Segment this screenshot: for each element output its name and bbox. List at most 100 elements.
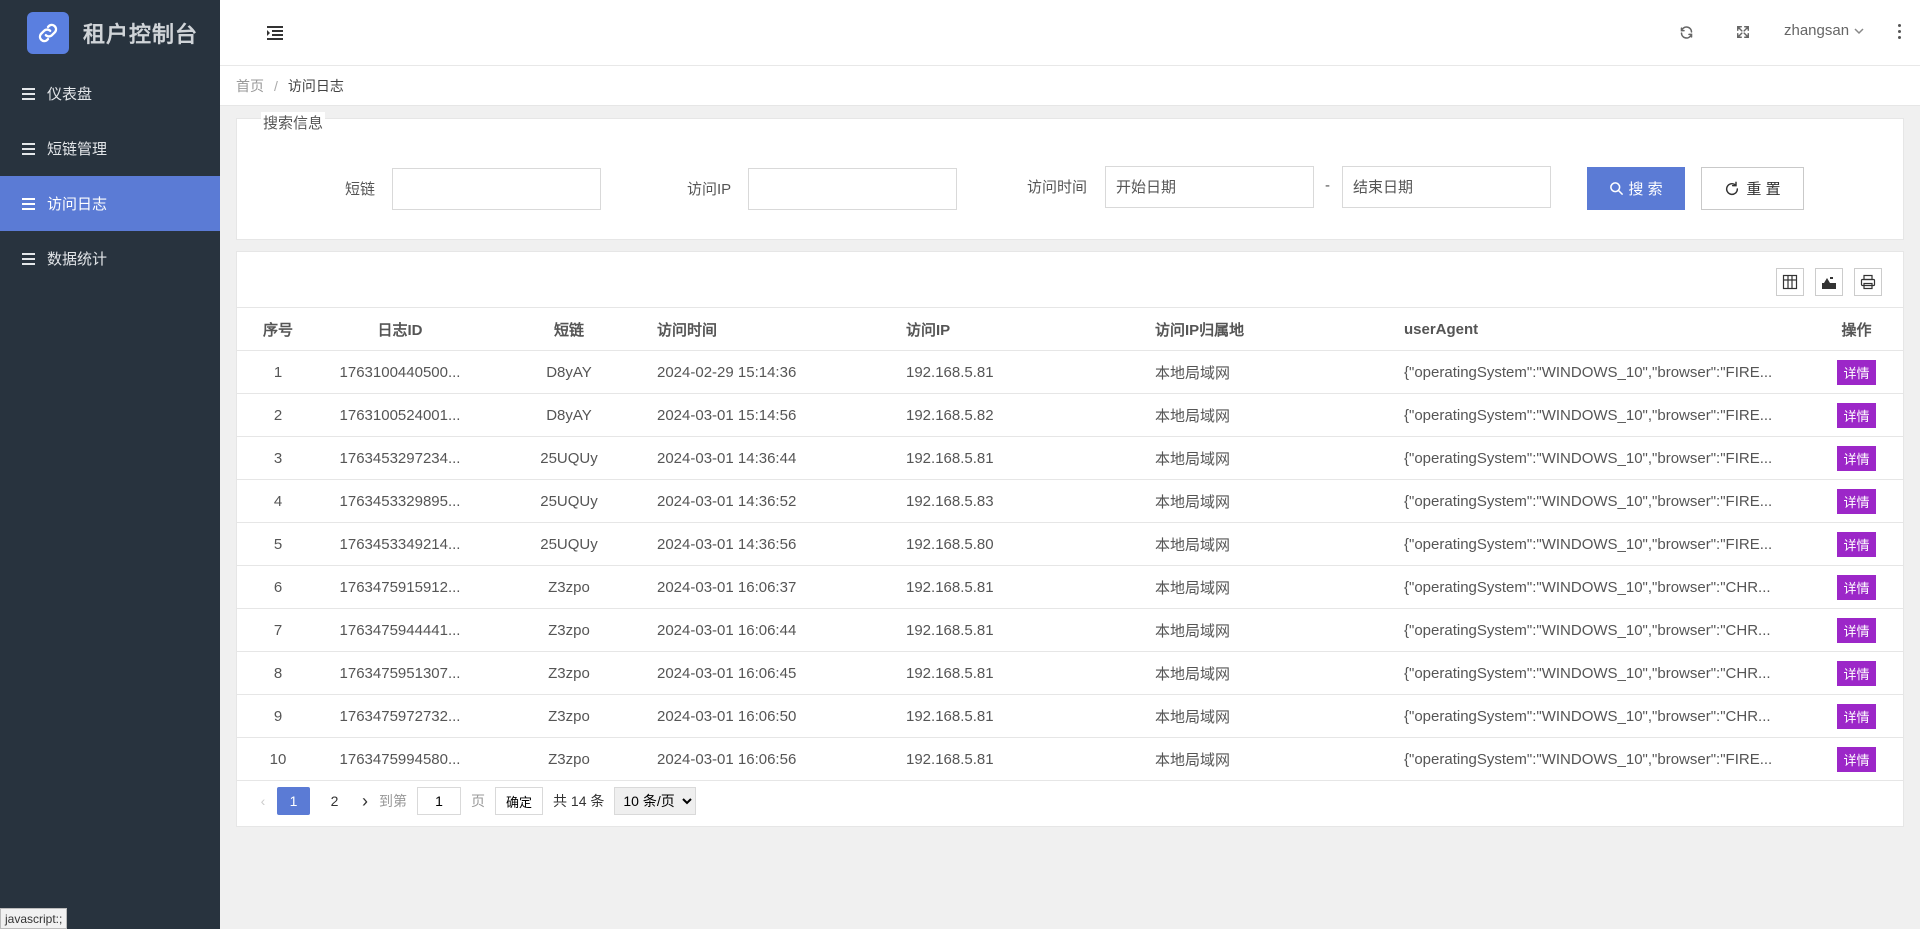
page-size-select[interactable]: 10 条/页 [614,787,697,815]
sidebar-item-label: 短链管理 [47,141,108,158]
cell-location: 本地局域网 [1155,522,1404,566]
cell-action: 详情 [1810,737,1903,781]
table-row: 2 1763100524001... D8yAY 2024-03-01 15:1… [237,393,1903,437]
detail-button[interactable]: 详情 [1837,488,1876,514]
cell-location: 本地局域网 [1155,651,1404,695]
search-button[interactable]: 搜 索 [1587,167,1685,210]
refresh-icon [1726,181,1739,195]
detail-button[interactable]: 详情 [1837,531,1876,557]
prev-page-icon[interactable]: ‹ [253,793,273,809]
status-bar-tooltip: javascript:; [0,908,68,929]
shortlink-input[interactable] [392,168,601,210]
cell-shortlink: Z3zpo [481,608,657,652]
table-row: 4 1763453329895... 25UQUy 2024-03-01 14:… [237,479,1903,523]
cell-log-id: 1763100524001... [319,393,481,437]
cell-no: 2 [237,393,319,437]
sidebar-item-access-log[interactable]: 访问日志 [0,176,220,231]
reset-button[interactable]: 重 置 [1701,167,1804,210]
page-2-button[interactable]: 2 [318,787,351,815]
detail-button[interactable]: 详情 [1837,703,1876,729]
cell-no: 1 [237,350,319,394]
date-separator: - [1325,177,1330,194]
app-title: 租户控制台 [83,22,199,47]
col-header-log-id[interactable]: 日志ID [319,307,481,351]
cell-log-id: 1763475951307... [319,651,481,695]
cell-no: 8 [237,651,319,695]
search-icon [1610,182,1624,195]
cell-action: 详情 [1810,393,1903,437]
next-page-icon[interactable]: › [355,791,375,812]
cell-log-id: 1763475944441... [319,608,481,652]
detail-button[interactable]: 详情 [1837,746,1876,772]
col-header-location[interactable]: 访问IP归属地 [1155,307,1404,351]
export-icon[interactable] [1815,268,1843,296]
cell-log-id: 1763475915912... [319,565,481,609]
sidebar-item-dashboard[interactable]: 仪表盘 [0,66,220,121]
cell-ip: 192.168.5.81 [906,608,1155,652]
table-panel: 序号 日志ID 短链 访问时间 访问IP 访问IP归属地 userAgent 操… [236,251,1904,827]
cell-time: 2024-03-01 16:06:56 [657,737,906,781]
breadcrumb-home[interactable]: 首页 [236,76,264,96]
detail-button[interactable]: 详情 [1837,359,1876,385]
sidebar-item-statistics[interactable]: 数据统计 [0,231,220,286]
col-header-time[interactable]: 访问时间 [657,307,906,351]
end-date-input[interactable] [1342,166,1551,208]
cell-time: 2024-03-01 14:36:44 [657,436,906,480]
fullscreen-icon[interactable] [1733,22,1753,42]
sidebar-item-shortlinks[interactable]: 短链管理 [0,121,220,176]
link-icon [27,12,69,54]
goto-label: 到第 [379,793,407,809]
start-date-input[interactable] [1105,166,1314,208]
page-unit-label: 页 [471,793,485,809]
col-header-no[interactable]: 序号 [237,307,319,351]
detail-button[interactable]: 详情 [1837,574,1876,600]
col-header-shortlink[interactable]: 短链 [481,307,657,351]
table-row: 9 1763475972732... Z3zpo 2024-03-01 16:0… [237,694,1903,738]
breadcrumb-current: 访问日志 [287,77,344,94]
cell-time: 2024-03-01 14:36:52 [657,479,906,523]
cell-time: 2024-03-01 16:06:37 [657,565,906,609]
cell-location: 本地局域网 [1155,608,1404,652]
columns-filter-icon[interactable] [1776,268,1804,296]
detail-button[interactable]: 详情 [1837,617,1876,643]
goto-page-input[interactable] [417,787,461,815]
logo[interactable]: 租户控制台 [0,0,220,66]
menu-icon [22,87,35,100]
refresh-icon[interactable] [1676,22,1696,42]
detail-button[interactable]: 详情 [1837,402,1876,428]
cell-useragent: {"operatingSystem":"WINDOWS_10","browser… [1404,436,1810,480]
sidebar-toggle-icon[interactable] [267,26,283,40]
table-row: 1 1763100440500... D8yAY 2024-02-29 15:1… [237,350,1903,394]
cell-useragent: {"operatingSystem":"WINDOWS_10","browser… [1404,522,1810,566]
detail-button[interactable]: 详情 [1837,660,1876,686]
cell-shortlink: D8yAY [481,393,657,437]
table-row: 3 1763453297234... 25UQUy 2024-03-01 14:… [237,436,1903,480]
more-vertical-icon[interactable] [1896,24,1902,39]
page-1-button[interactable]: 1 [277,787,310,815]
cell-ip: 192.168.5.81 [906,694,1155,738]
cell-location: 本地局域网 [1155,479,1404,523]
cell-ip: 192.168.5.81 [906,737,1155,781]
user-menu[interactable]: zhangsan [1784,22,1865,39]
cell-no: 5 [237,522,319,566]
table-header-row: 序号 日志ID 短链 访问时间 访问IP 访问IP归属地 userAgent 操… [237,307,1903,351]
cell-time: 2024-02-29 15:14:36 [657,350,906,394]
cell-shortlink: Z3zpo [481,694,657,738]
cell-log-id: 1763100440500... [319,350,481,394]
print-icon[interactable] [1854,268,1882,296]
goto-confirm-button[interactable]: 确定 [495,787,544,815]
col-header-useragent[interactable]: userAgent [1404,307,1810,351]
cell-ip: 192.168.5.81 [906,565,1155,609]
detail-button[interactable]: 详情 [1837,445,1876,471]
cell-action: 详情 [1810,694,1903,738]
ip-input[interactable] [748,168,957,210]
cell-no: 6 [237,565,319,609]
table-row: 10 1763475994580... Z3zpo 2024-03-01 16:… [237,737,1903,781]
table-row: 6 1763475915912... Z3zpo 2024-03-01 16:0… [237,565,1903,609]
col-header-ip[interactable]: 访问IP [906,307,1155,351]
cell-action: 详情 [1810,651,1903,695]
table-row: 7 1763475944441... Z3zpo 2024-03-01 16:0… [237,608,1903,652]
cell-ip: 192.168.5.83 [906,479,1155,523]
cell-no: 9 [237,694,319,738]
cell-ip: 192.168.5.80 [906,522,1155,566]
